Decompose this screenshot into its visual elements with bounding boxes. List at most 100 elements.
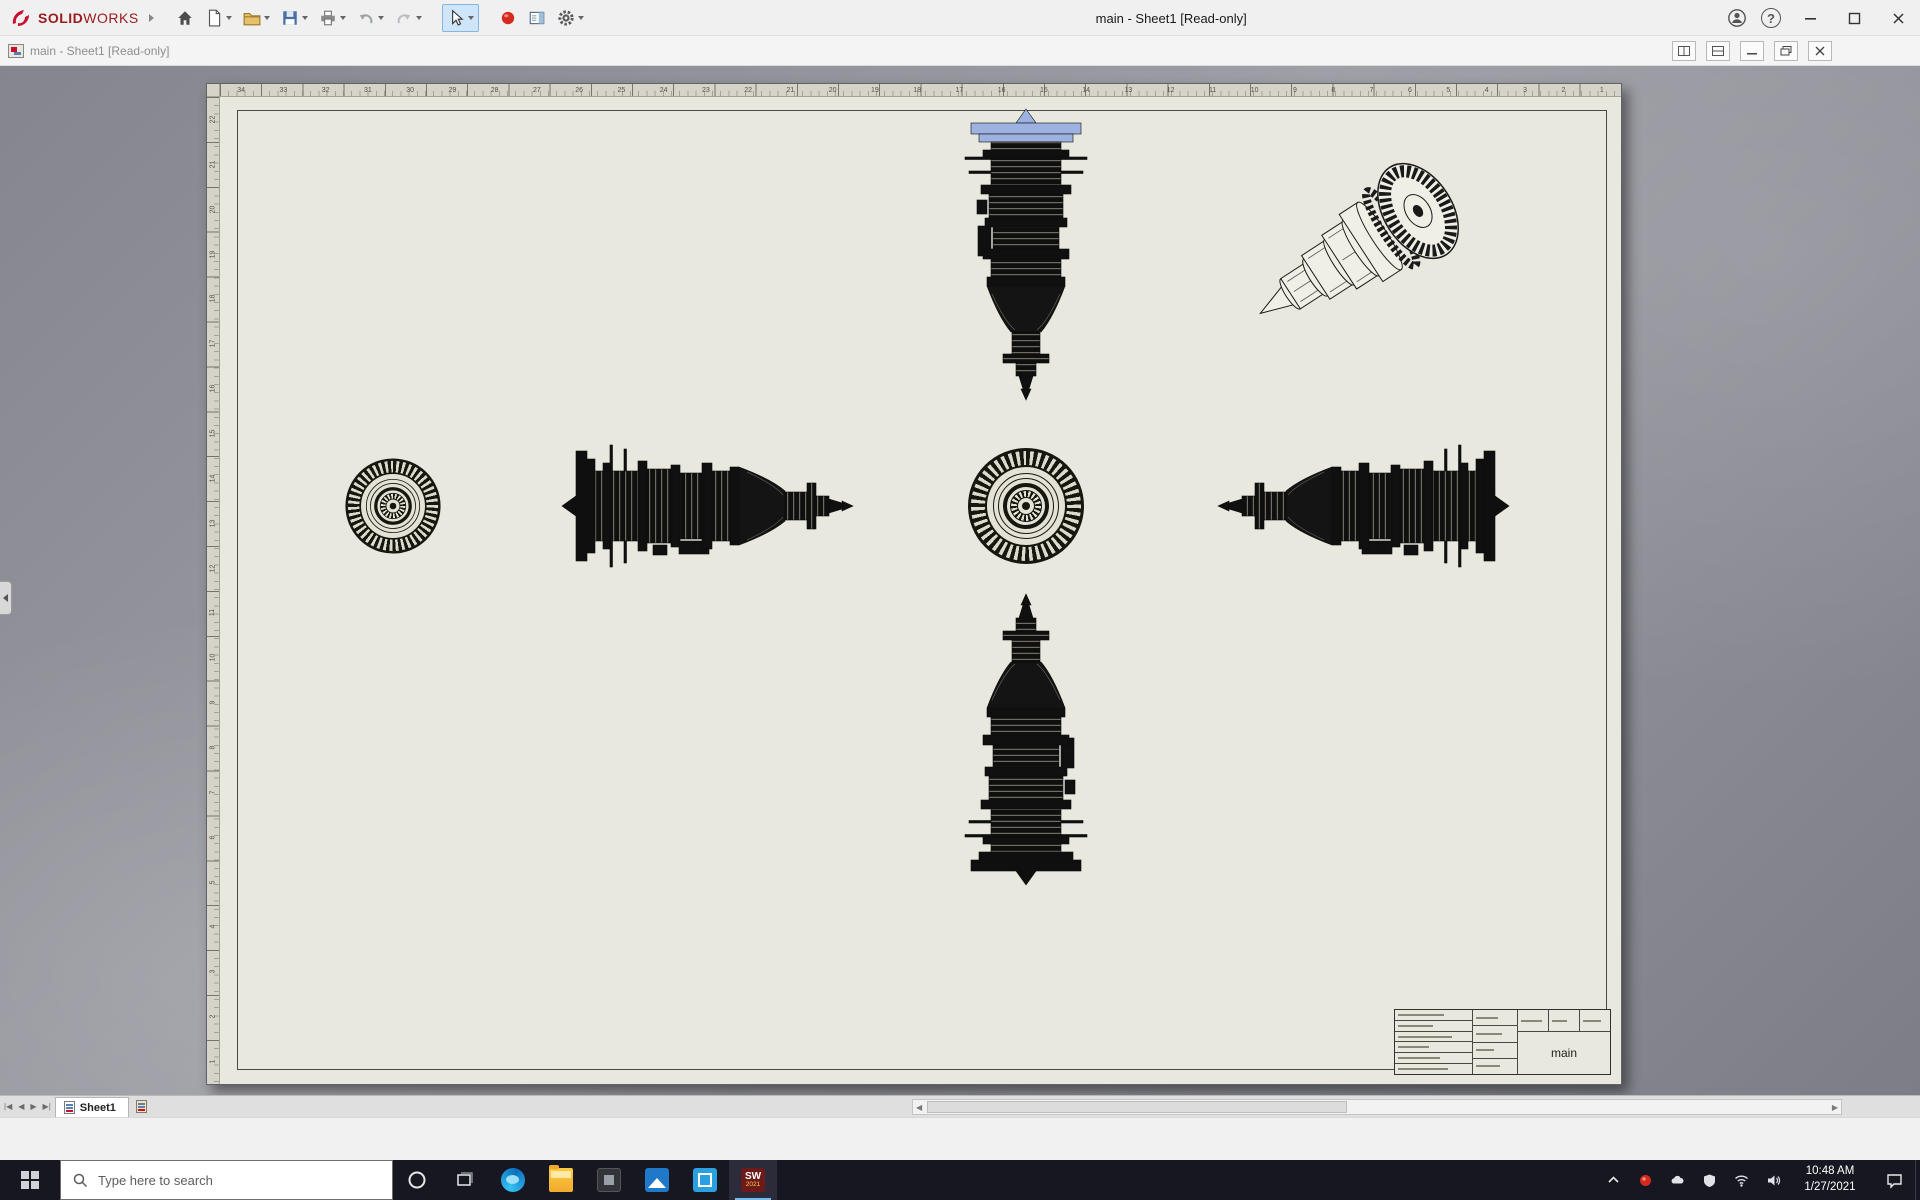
ruler-label: 2: [210, 1015, 217, 1019]
drawing-sheet[interactable]: 3433323130292827262524232221201918171615…: [206, 83, 1622, 1085]
save-icon: [281, 9, 299, 27]
doc-minimize-button[interactable]: [1740, 41, 1764, 61]
open-button[interactable]: [239, 4, 274, 32]
graphics-area[interactable]: 3433323130292827262524232221201918171615…: [0, 66, 1920, 1095]
doc-minimize-icon: [1746, 46, 1758, 56]
scroll-left-arrow[interactable]: ◀: [916, 1103, 922, 1112]
first-sheet-button[interactable]: |◀: [4, 1102, 12, 1111]
ruler-label: 18: [209, 295, 216, 303]
drawing-view-front[interactable]: [968, 448, 1084, 564]
scroll-right-arrow[interactable]: ▶: [1832, 1103, 1838, 1112]
tray-3dexperience[interactable]: [1631, 1160, 1659, 1200]
dropdown-arrow-icon[interactable]: [468, 16, 474, 20]
drawing-view-top[interactable]: [961, 108, 1091, 408]
gear-icon: [557, 9, 575, 27]
document-window-controls: [1672, 36, 1832, 66]
ruler-label: 8: [1331, 87, 1335, 94]
action-center-button[interactable]: [1873, 1160, 1915, 1200]
help-button[interactable]: ?: [1754, 0, 1788, 36]
drawing-view-right[interactable]: [1210, 441, 1510, 571]
ruler-label: 4: [1485, 87, 1489, 94]
task-pane-icon: [528, 9, 546, 27]
maximize-button[interactable]: [1832, 0, 1876, 36]
dropdown-arrow-icon[interactable]: [226, 16, 232, 20]
cortana-button[interactable]: [393, 1160, 441, 1200]
new-window-button[interactable]: [1672, 41, 1696, 61]
task-view-icon: [455, 1170, 475, 1190]
save-button[interactable]: [277, 4, 312, 32]
document-title-area: main - Sheet1 [Read-only]: [0, 44, 169, 58]
drawing-view-rear[interactable]: [345, 458, 440, 553]
sheet-icon: [64, 1101, 75, 1114]
title-block-name-area: main: [1518, 1010, 1610, 1074]
ruler-vertical: 22212019181716151413121110987654321: [207, 97, 220, 1084]
dropdown-arrow-icon[interactable]: [416, 16, 422, 20]
taskbar-app-mail[interactable]: [681, 1160, 729, 1200]
ruler-label: 9: [1293, 87, 1297, 94]
ruler-label: 5: [210, 880, 217, 884]
add-sheet-button[interactable]: [129, 1096, 155, 1117]
doc-close-button[interactable]: [1808, 41, 1832, 61]
dropdown-arrow-icon[interactable]: [302, 16, 308, 20]
dropdown-arrow-icon[interactable]: [578, 16, 584, 20]
ruler-label: 5: [1446, 87, 1450, 94]
taskbar-app-media[interactable]: [585, 1160, 633, 1200]
title-block[interactable]: main: [1394, 1009, 1611, 1075]
start-button[interactable]: [0, 1160, 60, 1200]
tray-network[interactable]: [1727, 1160, 1755, 1200]
new-document-button[interactable]: [201, 4, 236, 32]
close-button[interactable]: [1876, 0, 1920, 36]
new-document-icon: [205, 9, 223, 27]
tile-windows-button[interactable]: [1706, 41, 1730, 61]
dropdown-arrow-icon[interactable]: [264, 16, 270, 20]
ruler-label: 10: [209, 654, 216, 662]
search-placeholder-text: Type here to search: [98, 1173, 213, 1188]
taskbar-clock[interactable]: 10:48 AM 1/27/2021: [1787, 1160, 1873, 1200]
home-button[interactable]: [172, 4, 198, 32]
dropdown-arrow-icon[interactable]: [340, 16, 346, 20]
taskbar-app-photos[interactable]: [633, 1160, 681, 1200]
taskbar-spacer: [777, 1160, 1599, 1200]
solidworks-mark-icon: [10, 8, 32, 28]
show-desktop-button[interactable]: [1915, 1160, 1920, 1200]
ruler-label: 2: [1561, 87, 1565, 94]
task-view-button[interactable]: [441, 1160, 489, 1200]
drawing-view-isometric[interactable]: [1211, 148, 1511, 348]
menu-expand-icon[interactable]: [149, 14, 154, 22]
ruler-label: 20: [829, 87, 837, 94]
select-cursor-button[interactable]: [442, 4, 479, 32]
horizontal-scrollbar[interactable]: ◀ ▶: [912, 1099, 1842, 1115]
tray-security[interactable]: [1695, 1160, 1723, 1200]
previous-sheet-button[interactable]: ◀: [18, 1102, 24, 1111]
account-button[interactable]: [1720, 0, 1754, 36]
featuremanager-collapse-tab[interactable]: [0, 581, 12, 615]
taskbar-app-edge[interactable]: [489, 1160, 537, 1200]
dropdown-arrow-icon[interactable]: [378, 16, 384, 20]
taskbar-app-solidworks[interactable]: SW 2021: [729, 1160, 777, 1200]
3dexperience-button[interactable]: [495, 4, 521, 32]
tray-onedrive[interactable]: [1663, 1160, 1691, 1200]
hidden-icons-button[interactable]: [1599, 1160, 1627, 1200]
task-pane-button[interactable]: [524, 4, 550, 32]
redo-button[interactable]: [391, 4, 426, 32]
print-button[interactable]: [315, 4, 350, 32]
doc-restore-button[interactable]: [1774, 41, 1798, 61]
scrollbar-thumb[interactable]: [927, 1101, 1347, 1113]
next-sheet-button[interactable]: ▶: [30, 1102, 36, 1111]
taskbar-app-file-explorer[interactable]: [537, 1160, 585, 1200]
last-sheet-button[interactable]: ▶|: [43, 1102, 51, 1111]
tray-volume[interactable]: [1759, 1160, 1787, 1200]
shield-icon: [1702, 1173, 1717, 1188]
speaker-icon: [1766, 1173, 1781, 1188]
ruler-label: 7: [210, 790, 217, 794]
solidworks-window: SOLIDWORKS: [0, 0, 1920, 1200]
ruler-label: 22: [744, 87, 752, 94]
taskbar-search-box[interactable]: Type here to search: [60, 1160, 393, 1200]
settings-button[interactable]: [553, 4, 588, 32]
undo-button[interactable]: [353, 4, 388, 32]
drawing-view-bottom[interactable]: [961, 586, 1091, 886]
drawing-view-left[interactable]: [561, 441, 861, 571]
minimize-button[interactable]: [1788, 0, 1832, 36]
select-cursor-icon: [447, 9, 465, 27]
tab-sheet1[interactable]: Sheet1: [55, 1097, 129, 1117]
